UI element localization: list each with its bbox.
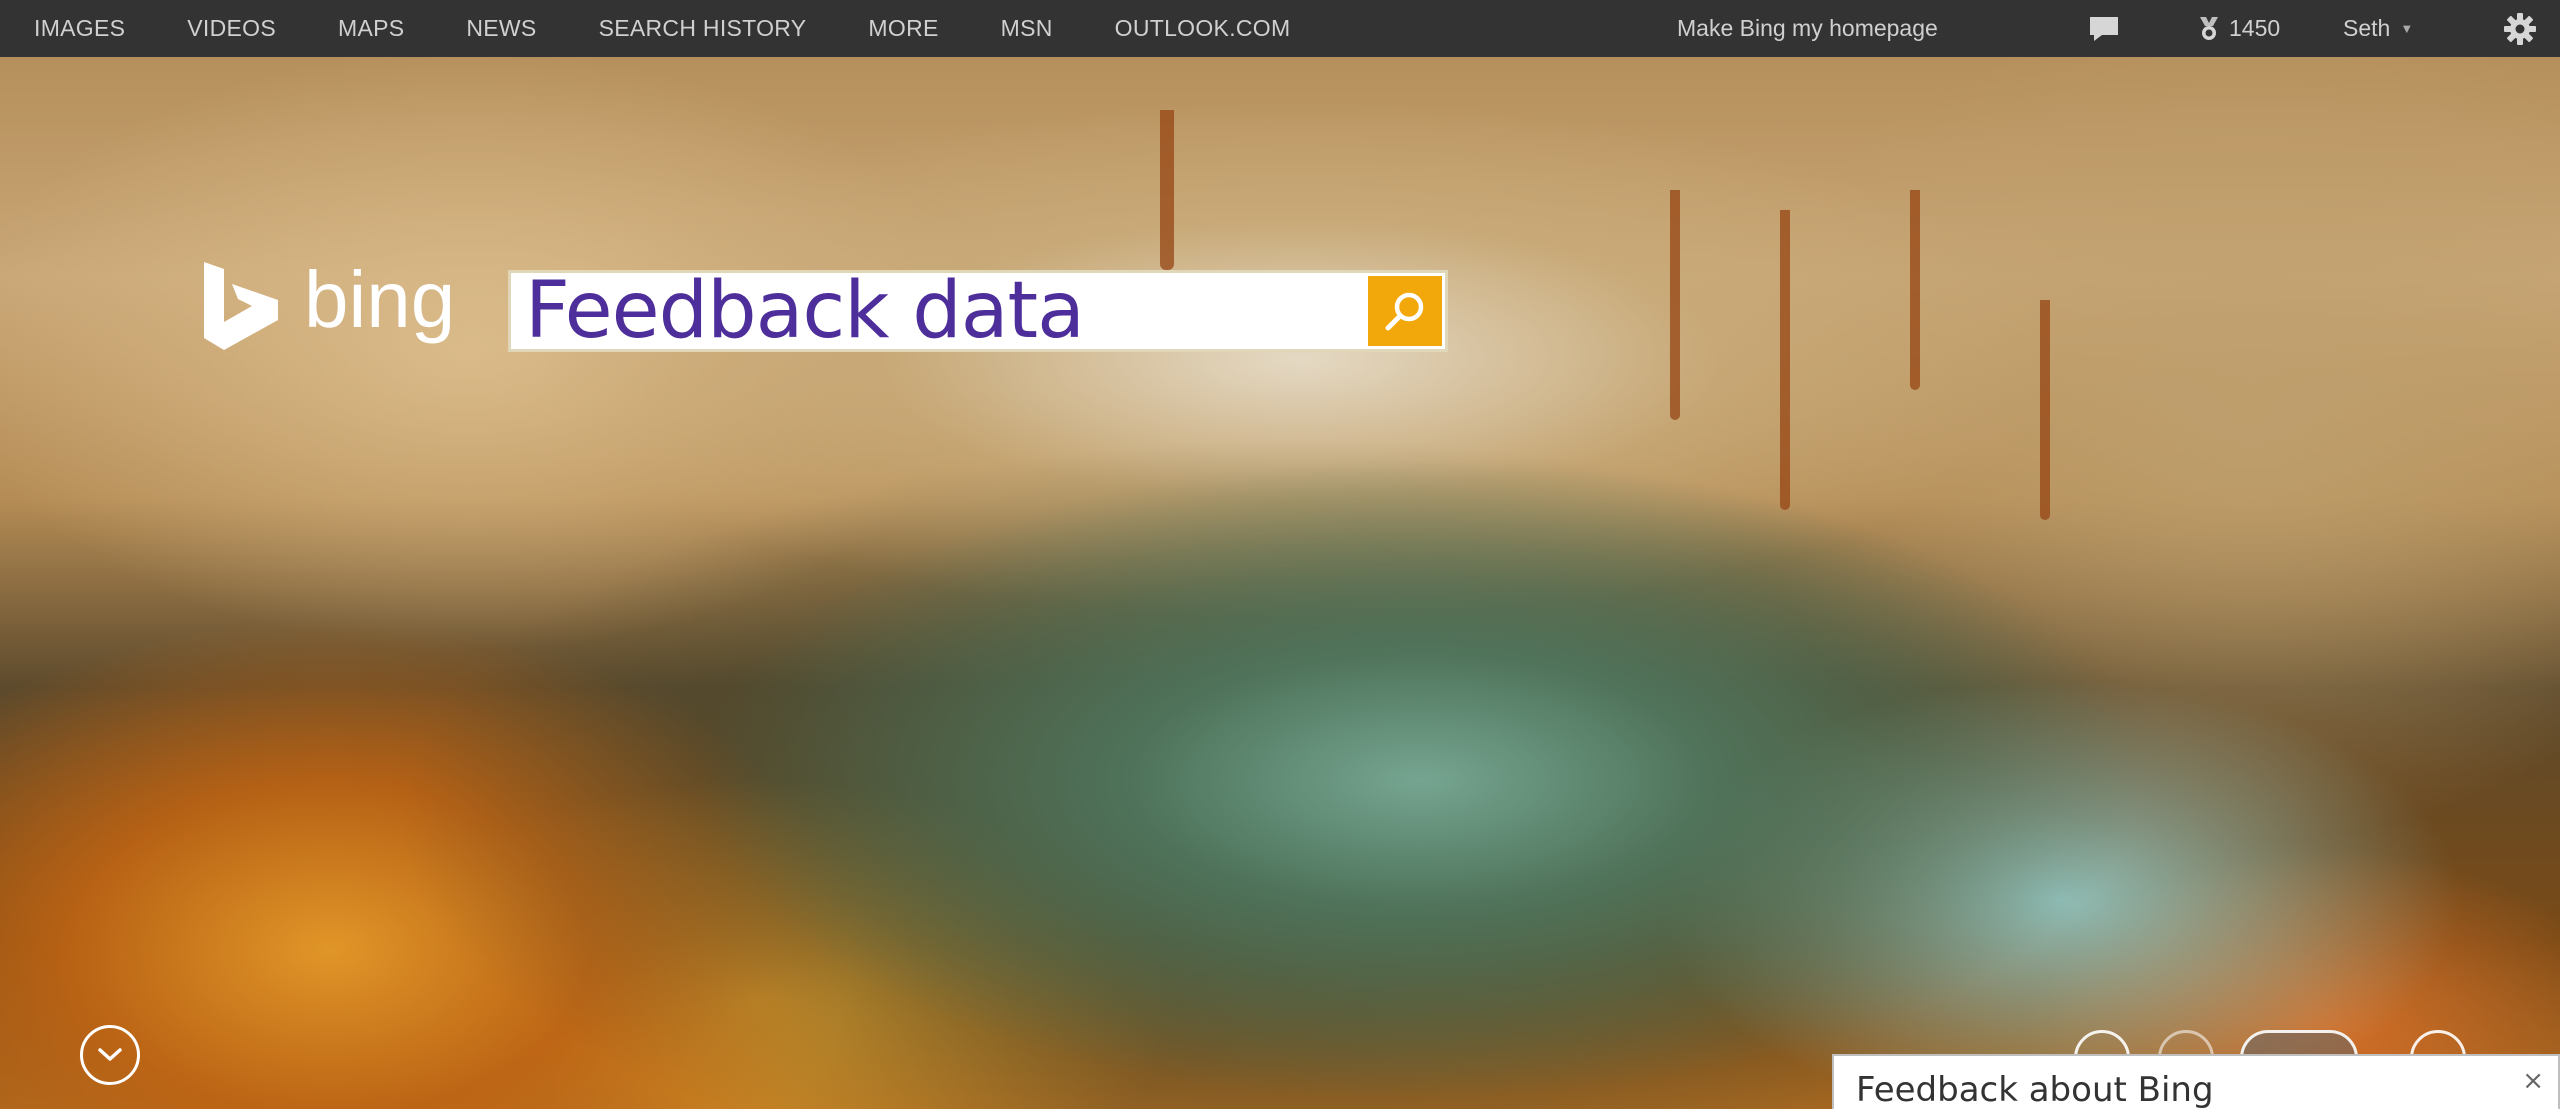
user-name: Seth: [2343, 15, 2391, 41]
bing-b-icon: [204, 262, 278, 350]
search-input[interactable]: [525, 273, 1325, 349]
scroll-down-button[interactable]: [80, 1025, 140, 1085]
search-box: [508, 270, 1448, 352]
nav-outlook[interactable]: OUTLOOK.COM: [1115, 15, 1291, 42]
bing-logo[interactable]: bing: [200, 260, 455, 352]
caret-down-icon: ▼: [2400, 21, 2414, 36]
nav-news[interactable]: NEWS: [466, 15, 536, 42]
rewards-points: 1450: [2229, 15, 2281, 41]
feedback-panel: Feedback about Bing ×: [1832, 1054, 2560, 1109]
nav-msn[interactable]: MSN: [1001, 15, 1053, 42]
main-nav: IMAGES VIDEOS MAPS NEWS SEARCH HISTORY M…: [0, 0, 1352, 57]
chevron-down-icon: [98, 1048, 122, 1061]
close-icon[interactable]: ×: [2522, 1066, 2544, 1096]
nav-maps[interactable]: MAPS: [338, 15, 404, 42]
cave-background-image: [0, 0, 2560, 1109]
search-button[interactable]: [1368, 276, 1442, 346]
top-navigation-bar: IMAGES VIDEOS MAPS NEWS SEARCH HISTORY M…: [0, 0, 2560, 57]
nav-videos[interactable]: VIDEOS: [187, 15, 276, 42]
nav-more[interactable]: MORE: [868, 15, 938, 42]
medal-icon: [2200, 16, 2218, 40]
nav-search-history[interactable]: SEARCH HISTORY: [599, 15, 807, 42]
user-menu[interactable]: Seth ▼: [2343, 0, 2443, 57]
gear-icon[interactable]: [2500, 0, 2540, 57]
feedback-panel-title: Feedback about Bing: [1856, 1070, 2214, 1109]
speech-bubble-icon[interactable]: [2085, 0, 2123, 57]
magnifier-icon: [1385, 292, 1424, 331]
make-homepage-link[interactable]: Make Bing my homepage: [1677, 0, 2007, 57]
nav-images[interactable]: IMAGES: [34, 15, 125, 42]
rewards-button[interactable]: 1450: [2197, 0, 2307, 57]
bing-wordmark: bing: [304, 255, 456, 344]
